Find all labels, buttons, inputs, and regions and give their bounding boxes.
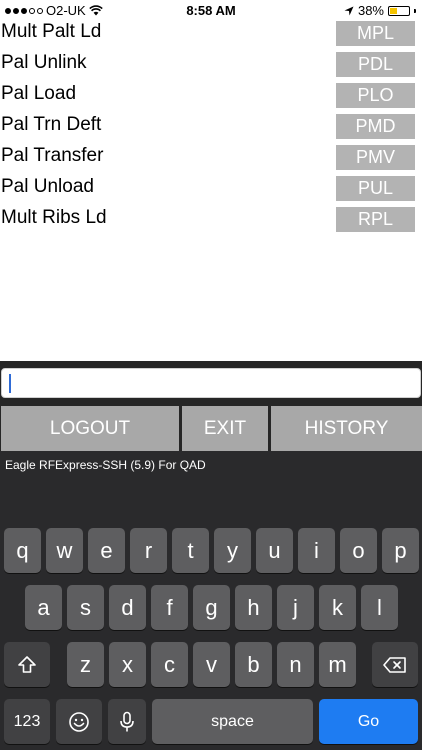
key-a[interactable]: a [25, 585, 62, 630]
menu-item-mult-palt-ld[interactable]: Mult Palt Ld MPL [0, 18, 422, 49]
go-key[interactable]: Go [319, 699, 418, 744]
keyboard: Eagle RFExpress-SSH (5.9) For QAD q w e … [0, 451, 422, 750]
menu-list: Mult Palt Ld MPL Pal Unlink PDL Pal Load… [0, 18, 422, 235]
menu-item-label: Mult Palt Ld [1, 21, 102, 42]
menu-item-label: Mult Ribs Ld [1, 207, 107, 228]
menu-item-label: Pal Transfer [1, 145, 104, 166]
function-button-row: LOGOUT EXIT HISTORY [0, 406, 422, 451]
key-w[interactable]: w [46, 528, 83, 573]
key-x[interactable]: x [109, 642, 146, 687]
space-key[interactable]: space [152, 699, 313, 744]
status-right: 38% [344, 3, 416, 18]
key-h[interactable]: h [235, 585, 272, 630]
emoji-icon [69, 711, 89, 732]
key-d[interactable]: d [109, 585, 146, 630]
menu-code-button[interactable]: RPL [336, 207, 415, 232]
key-s[interactable]: s [67, 585, 104, 630]
backspace-key[interactable] [372, 642, 418, 687]
menu-item-mult-ribs-ld[interactable]: Mult Ribs Ld RPL [0, 204, 422, 235]
battery-fill [390, 7, 397, 14]
menu-code-button[interactable]: PMV [336, 145, 415, 170]
screen: O2-UK 8:58 AM 38% Mult Palt Ld MPL Pal U… [0, 0, 422, 750]
text-caret [9, 374, 11, 393]
menu-item-label: Pal Unlink [1, 52, 87, 73]
menu-item-pal-unlink[interactable]: Pal Unlink PDL [0, 49, 422, 80]
key-g[interactable]: g [193, 585, 230, 630]
battery-icon [388, 5, 410, 16]
key-l[interactable]: l [361, 585, 398, 630]
key-c[interactable]: c [151, 642, 188, 687]
app-caption: Eagle RFExpress-SSH (5.9) For QAD [5, 458, 206, 472]
key-v[interactable]: v [193, 642, 230, 687]
location-arrow-icon [344, 6, 354, 15]
key-i[interactable]: i [298, 528, 335, 573]
key-y[interactable]: y [214, 528, 251, 573]
menu-item-pal-trn-deft[interactable]: Pal Trn Deft PMD [0, 111, 422, 142]
key-b[interactable]: b [235, 642, 272, 687]
numbers-key[interactable]: 123 [4, 699, 50, 744]
key-u[interactable]: u [256, 528, 293, 573]
key-j[interactable]: j [277, 585, 314, 630]
battery-tip [414, 8, 416, 13]
emoji-key[interactable] [56, 699, 102, 744]
key-z[interactable]: z [67, 642, 104, 687]
key-r[interactable]: r [130, 528, 167, 573]
battery-percent: 38% [357, 3, 384, 18]
history-button[interactable]: HISTORY [271, 406, 422, 451]
exit-button[interactable]: EXIT [182, 406, 268, 451]
menu-item-label: Pal Load [1, 83, 77, 104]
menu-item-label: Pal Trn Deft [1, 114, 102, 135]
menu-code-button[interactable]: PMD [336, 114, 415, 139]
menu-code-button[interactable]: PDL [336, 52, 415, 77]
menu-item-pal-unload[interactable]: Pal Unload PUL [0, 173, 422, 204]
logout-button[interactable]: LOGOUT [1, 406, 179, 451]
menu-code-button[interactable]: PLO [336, 83, 415, 108]
key-t[interactable]: t [172, 528, 209, 573]
backspace-icon [383, 656, 406, 673]
key-e[interactable]: e [88, 528, 125, 573]
key-m[interactable]: m [319, 642, 356, 687]
menu-item-label: Pal Unload [1, 176, 94, 197]
key-n[interactable]: n [277, 642, 314, 687]
microphone-icon [120, 711, 134, 731]
key-k[interactable]: k [319, 585, 356, 630]
menu-code-button[interactable]: PUL [336, 176, 415, 201]
microphone-key[interactable] [108, 699, 146, 744]
shift-icon [18, 655, 36, 673]
menu-item-pal-transfer[interactable]: Pal Transfer PMV [0, 142, 422, 173]
command-input[interactable] [1, 368, 421, 398]
menu-code-button[interactable]: MPL [336, 21, 415, 46]
menu-item-pal-load[interactable]: Pal Load PLO [0, 80, 422, 111]
key-p[interactable]: p [382, 528, 419, 573]
key-f[interactable]: f [151, 585, 188, 630]
key-q[interactable]: q [4, 528, 41, 573]
key-o[interactable]: o [340, 528, 377, 573]
shift-key[interactable] [4, 642, 50, 687]
